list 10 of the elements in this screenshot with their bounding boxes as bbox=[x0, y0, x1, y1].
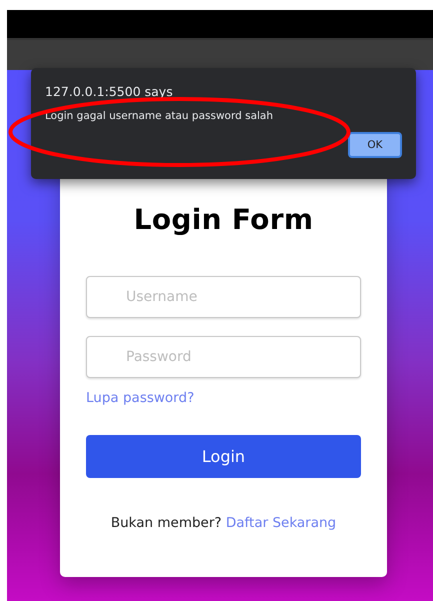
alert-message: Login gagal username atau password salah bbox=[45, 109, 274, 123]
signup-prompt: Bukan member? Daftar Sekarang bbox=[110, 514, 338, 533]
alert-origin: 127.0.0.1:5500 says bbox=[45, 84, 174, 100]
forgot-password-link[interactable]: Lupa password? bbox=[86, 388, 194, 408]
login-button[interactable]: Login bbox=[86, 435, 361, 478]
signup-link[interactable]: Daftar Sekarang bbox=[226, 515, 336, 531]
ok-button[interactable]: OK bbox=[348, 132, 402, 158]
form-title: Login Form bbox=[132, 202, 314, 238]
username-field[interactable]: Username bbox=[86, 276, 361, 318]
password-field[interactable]: Password bbox=[86, 336, 361, 378]
